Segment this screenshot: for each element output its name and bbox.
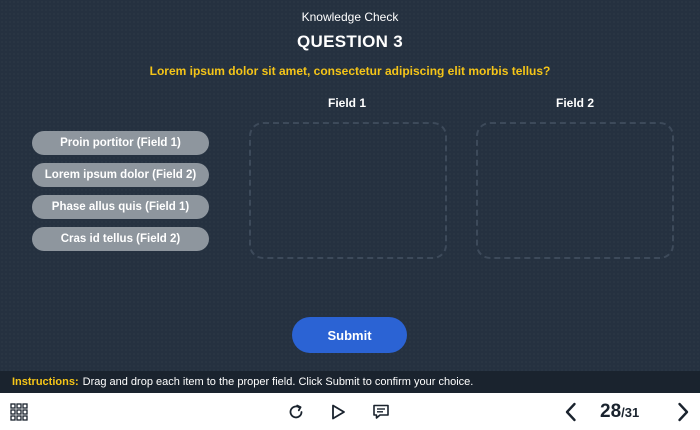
- field-2-header: Field 2: [555, 96, 594, 110]
- drag-item-proin-portitor[interactable]: Proin portitor (Field 1): [32, 131, 209, 155]
- instructions-bar: Instructions: Drag and drop each item to…: [0, 371, 700, 393]
- player-toolbar: 28 / 31: [0, 393, 700, 430]
- drag-item-phase-allus-quis[interactable]: Phase allus quis (Field 1): [32, 195, 209, 219]
- chevron-left-icon[interactable]: [560, 401, 582, 423]
- comment-icon[interactable]: [370, 401, 392, 423]
- page-current: 28: [600, 401, 622, 422]
- question-text: Lorem ipsum dolor sit amet, consectetur …: [149, 64, 551, 78]
- instructions-label: Instructions:: [12, 376, 79, 388]
- drag-item-lorem-ipsum-dolor[interactable]: Lorem ipsum dolor (Field 2): [32, 163, 209, 187]
- submit-button[interactable]: Submit: [292, 317, 407, 353]
- grid-menu-icon[interactable]: [8, 401, 30, 423]
- page-total: 31: [624, 405, 640, 420]
- question-title: QUESTION 3: [297, 32, 403, 51]
- chevron-right-icon[interactable]: [672, 401, 694, 423]
- field-1-header: Field 1: [327, 96, 366, 110]
- knowledge-check-label: Knowledge Check: [301, 10, 399, 24]
- replay-icon[interactable]: [285, 401, 307, 423]
- field-1-drop-zone[interactable]: [249, 122, 447, 259]
- field-2-drop-zone[interactable]: [476, 122, 674, 259]
- play-icon[interactable]: [327, 401, 349, 423]
- instructions-text: Drag and drop each item to the proper fi…: [82, 376, 474, 388]
- page-counter: 28 / 31: [600, 401, 639, 423]
- drag-item-cras-id-tellus[interactable]: Cras id tellus (Field 2): [32, 227, 209, 251]
- slide-stage: Knowledge Check QUESTION 3 Lorem ipsum d…: [0, 0, 700, 371]
